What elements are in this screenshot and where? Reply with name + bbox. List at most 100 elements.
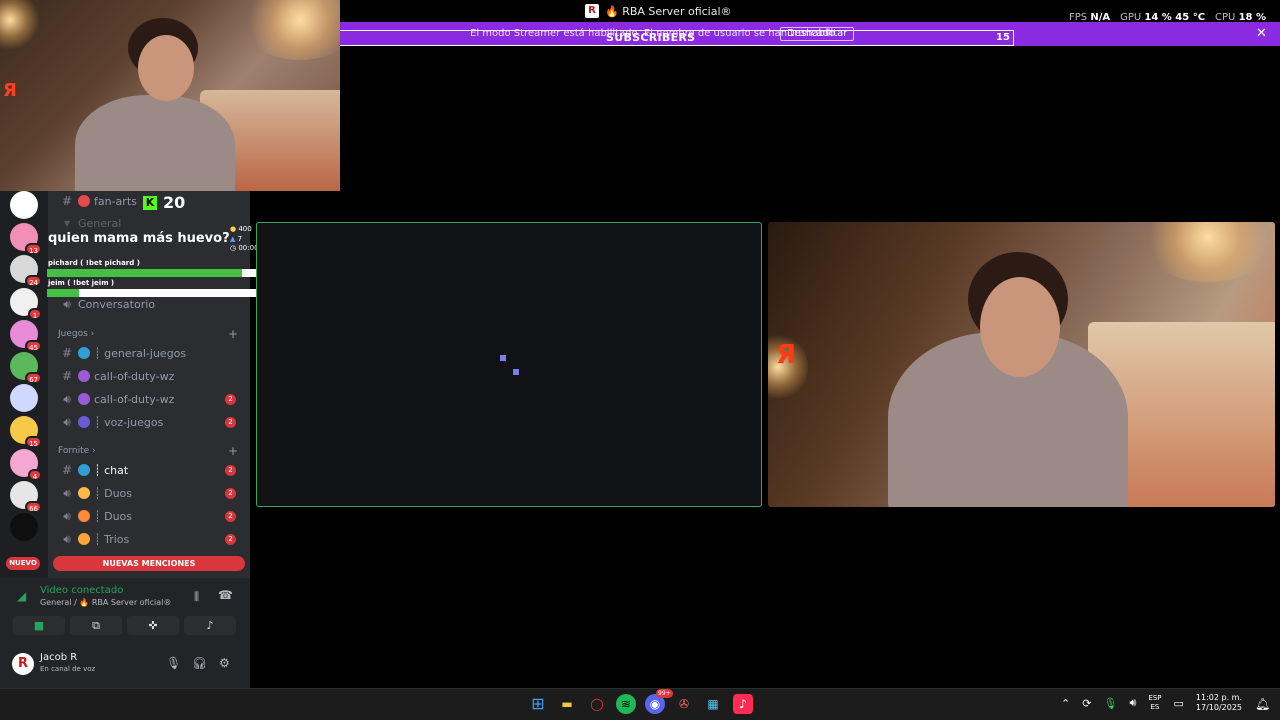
stream-tile-webcam[interactable]: Я [768, 222, 1275, 507]
server-icon[interactable]: 4 [10, 448, 42, 481]
tiktok-icon[interactable]: ♪ [733, 694, 753, 714]
channel-item[interactable]: 🔊︎ call-of-duty-wz 2 [56, 389, 246, 409]
activities-button[interactable]: ✜ [127, 616, 179, 635]
channel-emoji-icon [78, 393, 90, 405]
channel-count-badge: 2 [225, 416, 236, 428]
calculator-icon[interactable]: ▦ [703, 694, 723, 714]
opera-browser-icon[interactable]: ◯ [587, 694, 607, 714]
server-icon[interactable]: 45 [10, 319, 42, 352]
hash-icon: # [61, 369, 73, 383]
sync-icon[interactable]: ⟳ [1082, 697, 1091, 710]
channel-item[interactable]: # ┊ chat 2 [56, 460, 246, 480]
microphone-icon[interactable]: 🎙︎ [166, 656, 181, 670]
server-mention-badge: 13 [25, 243, 42, 256]
channel-label: ┊ general-juegos [94, 346, 187, 360]
channel-count-badge: 2 [225, 510, 236, 522]
subscribers-title: SUBSCRIBERS [606, 31, 696, 44]
server-icon[interactable]: 67 [10, 352, 42, 384]
channel-emoji-icon [78, 416, 90, 428]
hash-icon: # [61, 463, 73, 477]
channel-label: ┊ Duos [94, 486, 133, 500]
system-clock[interactable]: 11:02 p. m. 17/10/2025 [1196, 693, 1242, 713]
notifications-icon[interactable]: 🔔︎ [1255, 697, 1270, 711]
add-channel-icon[interactable]: + [228, 444, 238, 458]
stream-tile-loading[interactable] [256, 222, 762, 507]
window-title-text: 🔥 RBA Server oficial® [605, 4, 732, 18]
channel-item[interactable]: # ┊ general-juegos [56, 343, 246, 363]
speaker-icon: 🔊︎ [63, 391, 71, 406]
close-icon[interactable]: ✕ [1256, 26, 1267, 41]
server-icon[interactable] [10, 513, 38, 541]
poll-timer: ◷ 00:00 [230, 244, 259, 252]
channel-count-badge: 2 [225, 393, 236, 405]
voice-status-title[interactable]: Video conectado [40, 585, 123, 596]
user-status: En canal de voz [40, 665, 96, 673]
kick-count: 20 [163, 193, 186, 212]
start-menu-icon[interactable]: ⊞ [528, 694, 548, 714]
new-badge[interactable]: NUEVO [6, 557, 40, 570]
user-name[interactable]: Jacob R [40, 652, 77, 663]
server-icon[interactable] [10, 384, 38, 413]
voice-channel-path[interactable]: General / 🔥 RBA Server oficial® [40, 598, 171, 607]
channel-label: ┊ Duos [94, 509, 133, 523]
channel-emoji-icon [78, 510, 90, 522]
channel-item[interactable]: 🔊︎ ┊ Trios 2 [56, 529, 246, 549]
screen-share-icon: ⧉ [92, 619, 100, 632]
speaker-icon: 🔊︎ [63, 296, 71, 311]
camera-button[interactable]: ■ [13, 616, 65, 635]
screen-share-button[interactable]: ⧉ [70, 616, 122, 635]
network-icon[interactable]: ▭ [1173, 697, 1183, 710]
channel-count-badge: 2 [225, 487, 236, 499]
server-icon[interactable] [10, 191, 38, 219]
channel-item[interactable]: # call-of-duty-wz [56, 366, 246, 386]
server-icon[interactable]: 24 [10, 255, 42, 288]
spotify-icon[interactable]: ≋ [616, 694, 636, 714]
show-hidden-icons-icon[interactable]: ⌃ [1061, 697, 1070, 710]
server-icon[interactable]: 13 [10, 223, 42, 256]
category-juegos[interactable]: Juegos › + [58, 327, 238, 341]
server-mention-badge: 67 [25, 372, 42, 384]
headphones-icon[interactable]: 🎧︎ [192, 656, 207, 670]
kick-logo-icon: K [143, 195, 157, 210]
window-title: R 🔥 RBA Server oficial® [585, 4, 732, 18]
folder-icon: ▾ [63, 216, 71, 230]
noise-suppression-icon[interactable]: ⫼ [194, 590, 199, 604]
settings-gear-icon[interactable]: ⚙ [219, 656, 230, 670]
language-indicator[interactable]: ESP ES [1148, 694, 1161, 712]
channel-emoji-icon [78, 347, 90, 359]
server-icon[interactable]: 66 [10, 480, 42, 513]
speaker-icon: 🔊︎ [63, 531, 71, 546]
user-avatar[interactable]: R [12, 653, 34, 675]
channel-emoji-icon [78, 464, 90, 476]
new-mentions-button[interactable]: NUEVAS MENCIONES [53, 556, 245, 571]
kick-follower-counter: K 20 [143, 193, 185, 212]
file-explorer-icon[interactable]: ▬ [557, 694, 577, 714]
webcam-overlay: Я [0, 0, 340, 191]
server-mention-badge: 24 [25, 275, 42, 288]
category-general[interactable]: ▾ General [56, 213, 246, 233]
channel-label: ┊ chat [94, 463, 129, 477]
discord-badge: 99+ [656, 689, 673, 698]
discord-icon[interactable]: ◉ 99+ [645, 689, 673, 714]
poll-coins: ● 400 [230, 225, 252, 233]
loading-spinner-icon [513, 369, 519, 375]
chrome-icon[interactable]: ✇ [674, 694, 694, 714]
poll-option-bar [47, 269, 274, 277]
poll-stats: ● 400 ▲ 7 ◷ 00:00 [230, 225, 259, 254]
category-fornite[interactable]: Fornite › + [58, 444, 238, 458]
soundboard-button[interactable]: ♪ [184, 616, 236, 635]
channel-conversatorio[interactable]: 🔊︎ Conversatorio [56, 294, 246, 314]
server-icon[interactable]: 1 [10, 287, 42, 320]
channel-item[interactable]: 🔊︎ ┊ Duos 2 [56, 483, 246, 503]
disconnect-icon[interactable]: ☎ [218, 588, 233, 602]
microphone-tray-icon[interactable]: 🎙︎ [1103, 697, 1117, 710]
volume-icon[interactable]: 🔊︎ [1129, 696, 1136, 710]
server-icon[interactable]: 15 [10, 416, 42, 449]
channel-emoji-icon [78, 370, 90, 382]
add-channel-icon[interactable]: + [228, 327, 238, 341]
channel-emoji-icon [78, 533, 90, 545]
system-tray: ⌃ ⟳ 🎙︎ 🔊︎ ESP ES ▭ 11:02 p. m. 17/10/2025 [1061, 693, 1242, 713]
channel-item[interactable]: 🔊︎ ┊ voz-juegos 2 [56, 412, 246, 432]
server-mention-badge: 66 [25, 500, 42, 513]
channel-item[interactable]: 🔊︎ ┊ Duos 2 [56, 506, 246, 526]
